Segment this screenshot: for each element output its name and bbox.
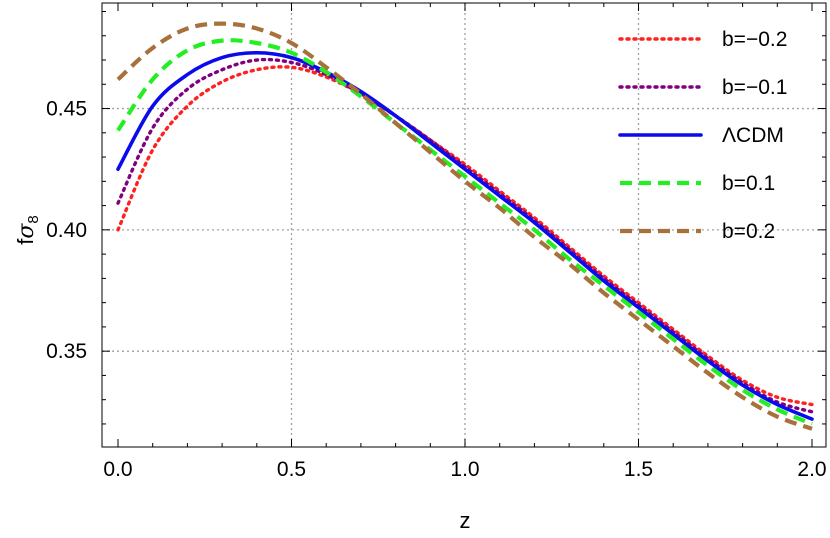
y-axis-label-symbol: σ (14, 223, 39, 239)
legend-label-b-minus-0-1: b=−0.1 (722, 76, 787, 99)
x-tick-label: 2.0 (797, 458, 826, 481)
x-tick-label: 1.0 (450, 458, 479, 481)
legend-label-b-minus-0-2: b=−0.2 (722, 28, 787, 51)
x-tick-label: 0.0 (103, 458, 132, 481)
legend-label-b-0-2: b=0.2 (722, 220, 775, 243)
x-tick-label: 1.5 (624, 458, 653, 481)
y-axis-label-subscript: 8 (25, 215, 42, 223)
legend-label-b-0-1: b=0.1 (722, 172, 775, 195)
grid (102, 3, 826, 447)
y-axis-label: fσ8 (13, 215, 42, 245)
legend: b=−0.2 b=−0.1 ΛCDM b=0.1 b=0.2 (618, 28, 787, 243)
y-tick-label: 0.35 (46, 340, 87, 363)
x-axis-label: z (460, 508, 471, 533)
y-tick-label: 0.40 (46, 219, 87, 242)
legend-label-lcdm: ΛCDM (722, 124, 784, 147)
plot-frame (101, 2, 827, 448)
series-line-b-0-1 (116, 38, 813, 426)
x-tick-label: 0.5 (277, 458, 306, 481)
y-tick-label: 0.45 (46, 98, 87, 121)
axis-ticks: 0.0 0.5 1.0 1.5 2.0 0.35 0.40 0.45 (46, 3, 827, 481)
line-chart: 0.0 0.5 1.0 1.5 2.0 0.35 0.40 0.45 b=−0.2 b=−0.1… (13, 2, 827, 533)
